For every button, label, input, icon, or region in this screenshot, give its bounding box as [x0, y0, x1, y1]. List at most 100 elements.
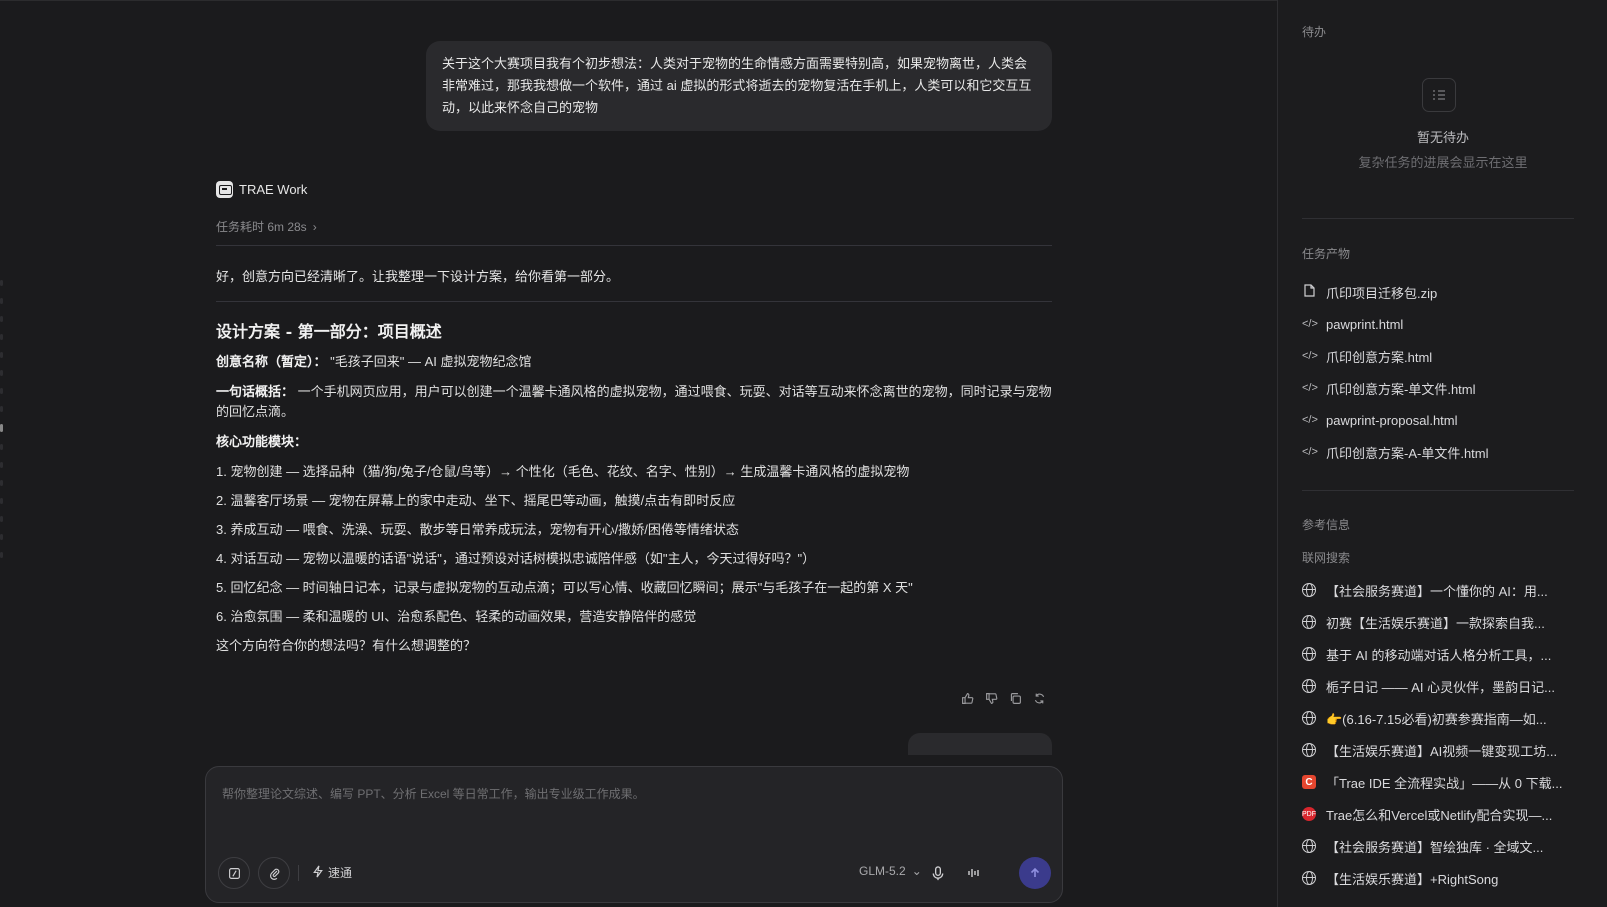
- reference-title: 初赛【生活娱乐赛道】一款探索自我...: [1326, 615, 1545, 631]
- file-icon: [1302, 284, 1316, 300]
- slash-command-button[interactable]: [218, 857, 250, 889]
- design-doc: 设计方案 - 第一部分：项目概述 创意名称（暂定）： "毛孩子回来" — AI …: [216, 318, 1056, 666]
- module-item: 3. 养成互动 — 喂食、洗澡、玩耍、散步等日常养成玩法，宠物有开心/撒娇/困倦…: [216, 522, 739, 537]
- code-icon: </>: [1302, 382, 1318, 394]
- artifact-name: 爪印创意方案-A-单文件.html: [1326, 445, 1489, 461]
- lightning-icon: [312, 865, 324, 881]
- artifact-item[interactable]: 爪印项目迁移包.zip: [1302, 276, 1582, 308]
- next-message-peek: [908, 733, 1052, 755]
- doc-name-line: 创意名称（暂定）： "毛孩子回来" — AI 虚拟宠物纪念馆: [216, 352, 1056, 372]
- send-button[interactable]: [1019, 857, 1051, 889]
- model-selector[interactable]: GLM-5.2 ⌄: [859, 864, 922, 878]
- agent-header: TRAE Work: [216, 181, 307, 198]
- doc-heading: 设计方案 - 第一部分：项目概述: [216, 322, 442, 341]
- module-item: 5. 回忆纪念 — 时间轴日记本，记录与虚拟宠物的互动点滴；可以写心情、收藏回忆…: [216, 580, 913, 595]
- composer: 帮你整理论文综述、编写 PPT、分析 Excel 等日常工作，输出专业级工作成果…: [205, 766, 1063, 903]
- top-divider: [0, 0, 1277, 1]
- module-item: 1. 宠物创建 — 选择品种（猫/狗/兔子/仓鼠/鸟等）→ 个性化（毛色、花纹、…: [216, 464, 910, 479]
- task-duration-toggle[interactable]: 任务耗时 6m 28s ›: [216, 218, 317, 235]
- microphone-icon[interactable]: [930, 864, 946, 882]
- doc-summary-value: 一个手机网页应用，用户可以创建一个温馨卡通风格的虚拟宠物，通过喂食、玩耍、对话等…: [216, 384, 1052, 419]
- agent-name: TRAE Work: [239, 182, 308, 197]
- thumbs-down-icon[interactable]: [984, 691, 998, 705]
- artifact-list: 爪印项目迁移包.zip </> pawprint.html </> 爪印创意方案.h…: [1302, 276, 1582, 468]
- composer-divider: [298, 865, 299, 881]
- globe-icon: [1302, 647, 1316, 661]
- module-item: 2. 温馨客厅场景 — 宠物在屏幕上的家中走动、坐下、摇尾巴等动画，触摸/点击有…: [216, 493, 736, 508]
- copy-icon[interactable]: [1008, 691, 1022, 705]
- artifact-item[interactable]: </> pawprint.html: [1302, 308, 1582, 340]
- reference-title: 👉(6.16-7.15必看)初赛参赛指南—如...: [1326, 711, 1547, 727]
- reference-item[interactable]: 初赛【生活娱乐赛道】一款探索自我...: [1302, 606, 1584, 638]
- divider: [1302, 490, 1574, 491]
- empty-title: 暂无待办: [1416, 130, 1469, 145]
- module-item: 4. 对话互动 — 宠物以温暖的话语"说话"，通过预设对话树模拟忠诚陪伴感（如"…: [216, 551, 816, 566]
- artifact-name: pawprint.html: [1326, 316, 1404, 332]
- artifact-name: pawprint-proposal.html: [1326, 412, 1458, 428]
- reference-title: 【社会服务赛道】一个懂你的 AI：用...: [1326, 583, 1548, 599]
- message-actions: [960, 691, 1046, 705]
- globe-icon: [1302, 615, 1316, 629]
- chat-area: 关于这个大赛项目我有个初步想法：人类对于宠物的生命情感方面需要特别高，如果宠物离…: [0, 0, 1277, 907]
- reference-list: 【社会服务赛道】一个懂你的 AI：用... 初赛【生活娱乐赛道】一款探索自我..…: [1302, 574, 1584, 894]
- artifact-name: 爪印创意方案-单文件.html: [1326, 381, 1476, 397]
- reference-item[interactable]: 【社会服务赛道】智绘独库 · 全域文...: [1302, 830, 1584, 862]
- divider: [216, 301, 1052, 302]
- module-item: 6. 治愈氛围 — 柔和温暖的 UI、治愈系配色、轻柔的动画效果，营造安静陪伴的…: [216, 609, 697, 624]
- empty-list-icon: [1422, 78, 1456, 112]
- scroll-indicator[interactable]: [0, 280, 4, 580]
- empty-subtitle: 复杂任务的进展会显示在这里: [1358, 155, 1528, 170]
- reference-item[interactable]: 👉(6.16-7.15必看)初赛参赛指南—如...: [1302, 702, 1584, 734]
- code-icon: </>: [1302, 446, 1318, 458]
- reference-item[interactable]: 基于 AI 的移动端对话人格分析工具，...: [1302, 638, 1584, 670]
- regenerate-icon[interactable]: [1032, 691, 1046, 705]
- ref-title: 参考信息: [1302, 518, 1351, 532]
- doc-modules-label: 核心功能模块：: [216, 434, 308, 449]
- chevron-right-icon: ›: [312, 219, 317, 234]
- artifact-item[interactable]: </> 爪印创意方案.html: [1302, 340, 1582, 372]
- artifact-name: 爪印创意方案.html: [1326, 349, 1433, 365]
- artifact-item[interactable]: </> 爪印创意方案-单文件.html: [1302, 372, 1582, 404]
- attach-button[interactable]: [258, 857, 290, 889]
- doc-name-value: "毛孩子回来" — AI 虚拟宠物纪念馆: [326, 354, 532, 369]
- globe-icon: [1302, 871, 1316, 885]
- reference-item[interactable]: 【生活娱乐赛道】AI视频一键变现工坊...: [1302, 734, 1584, 766]
- todo-title: 待办: [1302, 25, 1327, 39]
- composer-input[interactable]: 帮你整理论文综述、编写 PPT、分析 Excel 等日常工作，输出专业级工作成果…: [222, 785, 645, 802]
- globe-icon: [1302, 743, 1316, 757]
- artifacts-title: 任务产物: [1302, 247, 1351, 261]
- speed-mode-button[interactable]: 速通: [312, 864, 352, 881]
- reference-item[interactable]: 栀子日记 —— AI 心灵伙伴，墨韵日记...: [1302, 670, 1584, 702]
- globe-icon: [1302, 679, 1316, 693]
- reference-title: 【生活娱乐赛道】AI视频一键变现工坊...: [1326, 743, 1558, 759]
- code-icon: </>: [1302, 350, 1318, 362]
- chevron-down-icon: ⌄: [911, 864, 922, 878]
- user-message: 关于这个大赛项目我有个初步想法：人类对于宠物的生命情感方面需要特别高，如果宠物离…: [426, 41, 1052, 131]
- reference-title: 【生活娱乐赛道】+RightSong: [1326, 871, 1499, 887]
- voice-wave-icon[interactable]: [966, 864, 982, 882]
- thumbs-up-icon[interactable]: [960, 691, 974, 705]
- module-list: 1. 宠物创建 — 选择品种（猫/狗/兔子/仓鼠/鸟等）→ 个性化（毛色、花纹、…: [216, 462, 1056, 627]
- globe-icon: [1302, 711, 1316, 725]
- model-label: GLM-5.2: [859, 864, 906, 878]
- globe-icon: [1302, 839, 1316, 853]
- artifact-name: 爪印项目迁移包.zip: [1326, 285, 1438, 301]
- reference-title: 栀子日记 —— AI 心灵伙伴，墨韵日记...: [1326, 679, 1555, 695]
- trae-logo-icon: [216, 181, 233, 198]
- ref-subtitle: 联网搜索: [1302, 551, 1351, 565]
- side-panel: 待办 暂无待办 复杂任务的进展会显示在这里 任务产物 爪印项目迁移包.zip <…: [1277, 0, 1607, 907]
- speed-mode-label: 速通: [328, 866, 353, 880]
- code-icon: </>: [1302, 414, 1318, 426]
- csdn-icon: C: [1302, 775, 1316, 789]
- reference-item[interactable]: 【生活娱乐赛道】+RightSong: [1302, 862, 1584, 894]
- reference-item[interactable]: C 「Trae IDE 全流程实战」——从 0 下载...: [1302, 766, 1584, 798]
- reference-title: 基于 AI 的移动端对话人格分析工具，...: [1326, 647, 1552, 663]
- artifact-item[interactable]: </> 爪印创意方案-A-单文件.html: [1302, 436, 1582, 468]
- reference-title: Trae怎么和Vercel或Netlify配合实现—...: [1326, 807, 1553, 823]
- reference-item[interactable]: PDF Trae怎么和Vercel或Netlify配合实现—...: [1302, 798, 1584, 830]
- reference-item[interactable]: 【社会服务赛道】一个懂你的 AI：用...: [1302, 574, 1584, 606]
- doc-name-label: 创意名称（暂定）：: [216, 354, 327, 369]
- artifact-item[interactable]: </> pawprint-proposal.html: [1302, 404, 1582, 436]
- reference-title: 【社会服务赛道】智绘独库 · 全域文...: [1326, 839, 1544, 855]
- doc-summary-line: 一句话概括： 一个手机网页应用，用户可以创建一个温馨卡通风格的虚拟宠物，通过喂食…: [216, 382, 1056, 422]
